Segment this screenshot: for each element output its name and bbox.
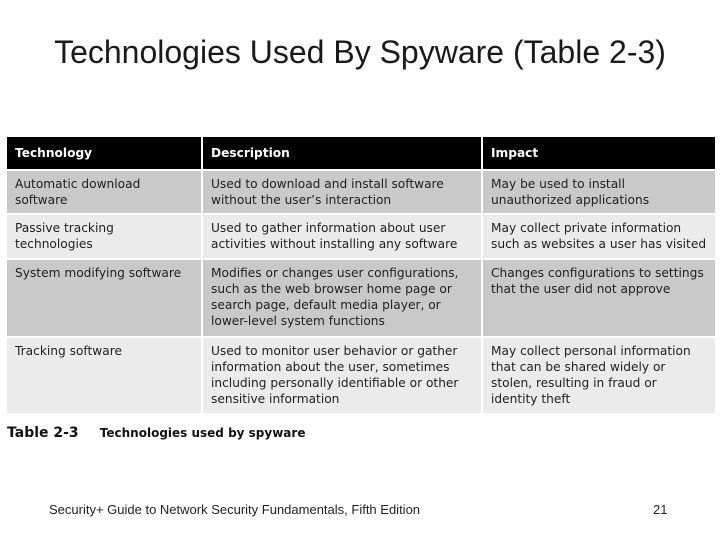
table-header-row: Technology Description Impact <box>7 137 715 171</box>
cell-description: Used to monitor user behavior or gather … <box>203 338 483 415</box>
cell-technology: Automatic download software <box>7 171 203 215</box>
cell-technology: System modifying software <box>7 260 203 338</box>
cell-technology: Tracking software <box>7 338 203 415</box>
cell-impact: May collect personal information that ca… <box>483 338 715 415</box>
header-technology: Technology <box>7 137 203 171</box>
cell-description: Modifies or changes user configurations,… <box>203 260 483 338</box>
cell-technology: Passive tracking technologies <box>7 215 203 260</box>
slide-title: Technologies Used By Spyware (Table 2-3) <box>54 34 666 70</box>
cell-impact: Changes configurations to settings that … <box>483 260 715 338</box>
spyware-technologies-table: Technology Description Impact Automatic … <box>7 137 715 415</box>
caption-text: Technologies used by spyware <box>99 426 306 440</box>
page-number: 21 <box>653 502 668 517</box>
cell-description: Used to gather information about user ac… <box>203 215 483 260</box>
table-caption: Table 2-3 Technologies used by spyware <box>7 422 305 441</box>
table-row: Passive tracking technologies Used to ga… <box>7 215 715 260</box>
cell-impact: May be used to install unauthorized appl… <box>483 171 715 215</box>
cell-impact: May collect private information such as … <box>483 215 715 260</box>
table-row: Tracking software Used to monitor user b… <box>7 338 715 415</box>
table-row: System modifying software Modifies or ch… <box>7 260 715 338</box>
table-row: Automatic download software Used to down… <box>7 171 715 215</box>
footer-book-title: Security+ Guide to Network Security Fund… <box>49 502 421 517</box>
caption-number: Table 2-3 <box>7 425 79 441</box>
cell-description: Used to download and install software wi… <box>203 171 483 215</box>
header-impact: Impact <box>483 137 715 171</box>
header-description: Description <box>203 137 483 171</box>
